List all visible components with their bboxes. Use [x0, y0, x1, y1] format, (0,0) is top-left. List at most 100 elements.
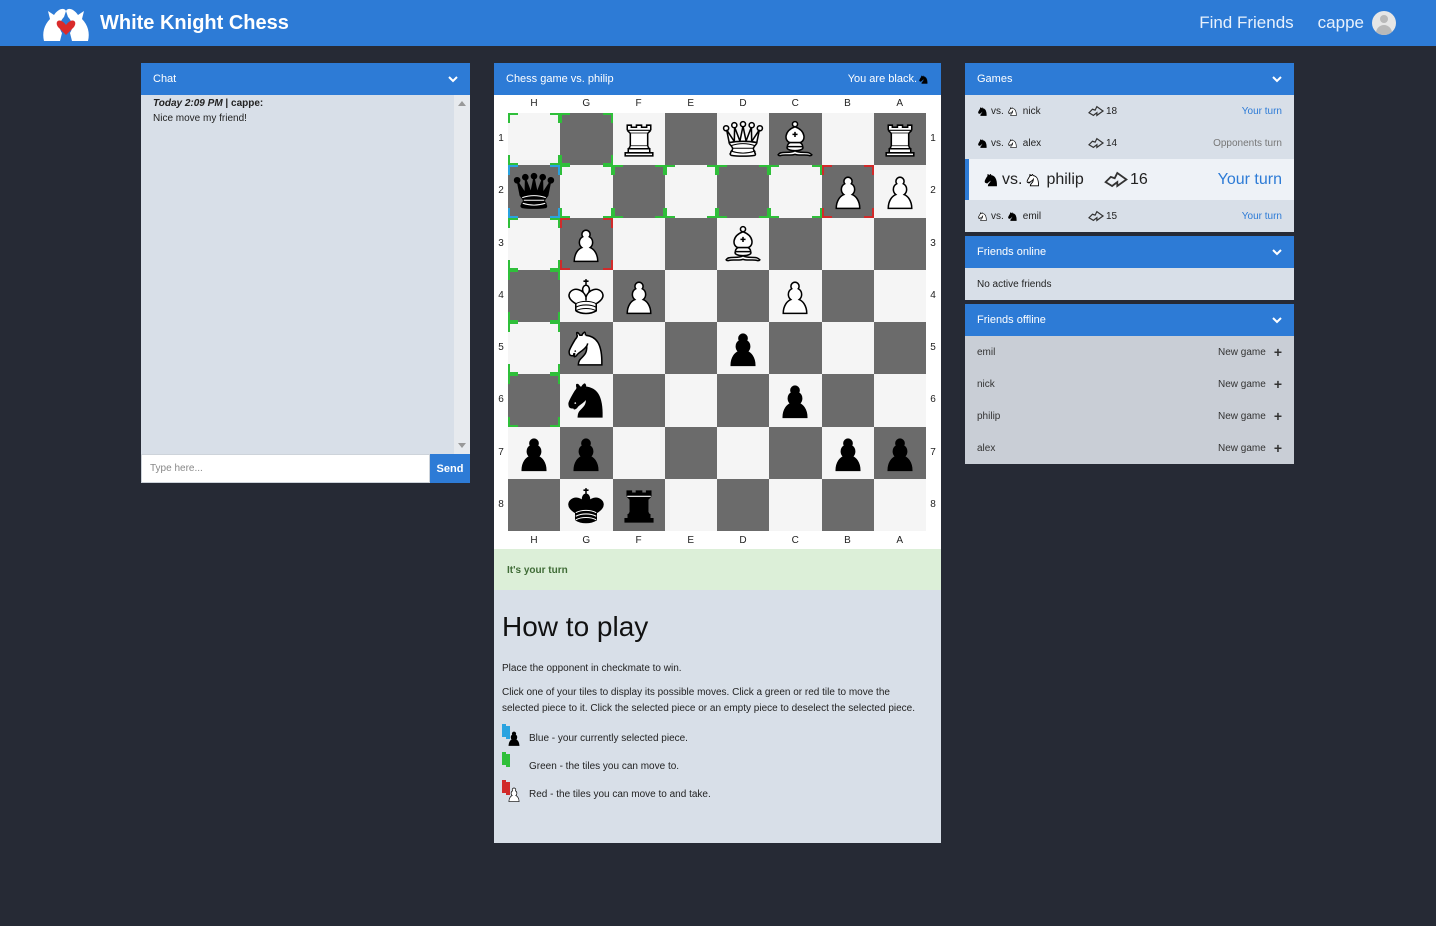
chat-scrollbar[interactable] — [454, 95, 470, 454]
board-square[interactable] — [508, 322, 561, 375]
board-square[interactable] — [769, 478, 822, 531]
board-square[interactable] — [717, 269, 770, 322]
board-square[interactable] — [873, 113, 926, 166]
board-square[interactable] — [769, 426, 822, 479]
find-friends-link[interactable]: Find Friends — [1199, 13, 1293, 33]
white-bishop-icon[interactable] — [772, 115, 818, 163]
black-rook-icon[interactable] — [616, 481, 662, 529]
scroll-up-icon[interactable] — [458, 101, 466, 106]
board-square[interactable] — [717, 165, 770, 218]
board-square[interactable] — [664, 269, 717, 322]
board-square[interactable] — [612, 426, 665, 479]
black-pawn-icon[interactable] — [772, 376, 818, 424]
board-square[interactable] — [664, 322, 717, 375]
board-square[interactable] — [612, 165, 665, 218]
game-row-philip[interactable]: vs. philip 16 Your turn — [965, 159, 1294, 200]
board-square[interactable] — [769, 217, 822, 270]
board-square[interactable] — [717, 374, 770, 427]
board-square[interactable] — [821, 165, 874, 218]
game-row-nick[interactable]: vs. nick 18 Your turn — [965, 95, 1294, 127]
new-game-button[interactable]: New game + — [1218, 376, 1282, 392]
white-rook-icon[interactable] — [877, 115, 923, 163]
black-pawn-icon[interactable] — [511, 429, 557, 477]
board-square[interactable] — [717, 113, 770, 166]
white-knight-icon[interactable] — [563, 324, 609, 372]
chevron-down-icon[interactable] — [448, 74, 458, 84]
plus-icon[interactable]: + — [1274, 408, 1282, 424]
board-square[interactable] — [560, 217, 613, 270]
board-square[interactable] — [664, 165, 717, 218]
board-square[interactable] — [769, 374, 822, 427]
friends-online-header[interactable]: Friends online — [965, 236, 1294, 268]
board-square[interactable] — [769, 322, 822, 375]
board-square[interactable] — [717, 478, 770, 531]
black-king-icon[interactable] — [563, 481, 609, 529]
board-square[interactable] — [612, 269, 665, 322]
new-game-button[interactable]: New game + — [1218, 408, 1282, 424]
board-square[interactable] — [717, 322, 770, 375]
board-square[interactable] — [821, 426, 874, 479]
board-square[interactable] — [873, 426, 926, 479]
board-square[interactable] — [560, 113, 613, 166]
white-queen-icon[interactable] — [720, 115, 766, 163]
board-square[interactable] — [508, 426, 561, 479]
board-square[interactable] — [664, 374, 717, 427]
game-row-alex[interactable]: vs. alex 14 Opponents turn — [965, 127, 1294, 159]
friends-offline-header[interactable]: Friends offline — [965, 304, 1294, 336]
board-square[interactable] — [664, 478, 717, 531]
board-square[interactable] — [873, 374, 926, 427]
board-square[interactable] — [508, 478, 561, 531]
board-square[interactable] — [769, 165, 822, 218]
board-square[interactable] — [873, 269, 926, 322]
chat-input[interactable] — [141, 454, 430, 483]
board-square[interactable] — [821, 113, 874, 166]
board-square[interactable] — [821, 322, 874, 375]
new-game-button[interactable]: New game + — [1218, 440, 1282, 456]
white-pawn-icon[interactable] — [772, 272, 818, 320]
black-pawn-icon[interactable] — [720, 324, 766, 372]
game-row-emil[interactable]: vs. emil 15 Your turn — [965, 200, 1294, 232]
plus-icon[interactable]: + — [1274, 344, 1282, 360]
board-square[interactable] — [612, 322, 665, 375]
board-square[interactable] — [717, 426, 770, 479]
board-square[interactable] — [664, 217, 717, 270]
board-square[interactable] — [560, 478, 613, 531]
board-square[interactable] — [612, 113, 665, 166]
chevron-down-icon[interactable] — [1272, 315, 1282, 325]
board-square[interactable] — [612, 217, 665, 270]
board-square[interactable] — [873, 165, 926, 218]
board-square[interactable] — [508, 217, 561, 270]
brand[interactable]: White Knight Chess — [38, 3, 289, 43]
board-square[interactable] — [508, 165, 561, 218]
board-square[interactable] — [769, 113, 822, 166]
board-square[interactable] — [873, 217, 926, 270]
black-pawn-icon[interactable] — [825, 429, 871, 477]
white-rook-icon[interactable] — [616, 115, 662, 163]
board-square[interactable] — [821, 478, 874, 531]
board-square[interactable] — [560, 426, 613, 479]
board-square[interactable] — [612, 478, 665, 531]
chevron-down-icon[interactable] — [1272, 74, 1282, 84]
board-square[interactable] — [769, 269, 822, 322]
board-square[interactable] — [821, 269, 874, 322]
send-button[interactable]: Send — [430, 454, 470, 483]
board-square[interactable] — [508, 113, 561, 166]
white-pawn-icon[interactable] — [616, 272, 662, 320]
white-bishop-icon[interactable] — [720, 220, 766, 268]
board-square[interactable] — [560, 322, 613, 375]
board-square[interactable] — [560, 269, 613, 322]
chevron-down-icon[interactable] — [1272, 247, 1282, 257]
board-square[interactable] — [508, 269, 561, 322]
black-pawn-icon[interactable] — [563, 429, 609, 477]
board-square[interactable] — [560, 165, 613, 218]
white-pawn-icon[interactable] — [877, 167, 923, 215]
board-square[interactable] — [873, 322, 926, 375]
chat-header[interactable]: Chat — [141, 63, 470, 95]
plus-icon[interactable]: + — [1274, 376, 1282, 392]
board-square[interactable] — [664, 113, 717, 166]
board-square[interactable] — [821, 374, 874, 427]
scroll-down-icon[interactable] — [458, 443, 466, 448]
board-square[interactable] — [717, 217, 770, 270]
user-menu[interactable]: cappe — [1318, 11, 1396, 35]
board-square[interactable] — [612, 374, 665, 427]
